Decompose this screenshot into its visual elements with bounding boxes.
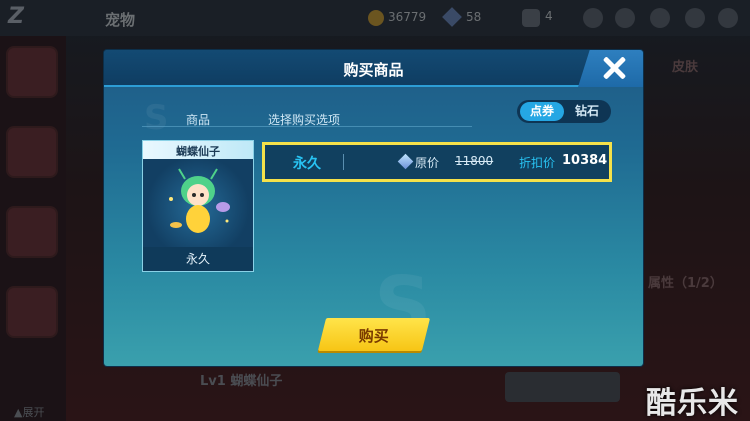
ticket-count: 4 xyxy=(545,9,553,23)
coin-icon xyxy=(368,10,384,26)
attribute-label: 属性（1/2） xyxy=(648,276,723,291)
page-title: 宠物 xyxy=(105,11,136,29)
expand-toggle[interactable]: ▲展开 xyxy=(14,404,44,420)
currency-option-diamond[interactable]: 钻石 xyxy=(567,102,607,121)
pet-level: Lv1 xyxy=(200,374,226,389)
item-card: 蝴蝶仙子 永久 xyxy=(142,140,254,272)
item-duration: 永久 xyxy=(185,252,210,266)
ticket-icon xyxy=(522,9,540,27)
pet-avatar[interactable] xyxy=(6,206,58,258)
buy-button-label: 购买 xyxy=(358,327,389,345)
original-price-label: 原价 xyxy=(415,156,440,170)
option-divider xyxy=(343,154,344,170)
buy-button[interactable]: 购买 xyxy=(317,318,431,351)
pet-avatar[interactable] xyxy=(6,286,58,338)
coin-count: 36779 xyxy=(388,10,427,24)
currency-toggle: 点券 钻石 xyxy=(517,100,611,123)
gem-icon xyxy=(442,7,462,27)
close-button[interactable] xyxy=(578,50,643,87)
gem-count: 58 xyxy=(466,10,482,24)
speed-watermark-graphic: S xyxy=(144,98,169,138)
item-image xyxy=(143,159,253,247)
watermark: 酷乐米 xyxy=(646,386,739,421)
pet-name: 蝴蝶仙子 xyxy=(230,374,283,389)
gear-icon[interactable] xyxy=(685,8,705,28)
dialog-title: 购买商品 xyxy=(343,61,404,79)
item-name: 蝴蝶仙子 xyxy=(176,145,220,158)
pet-list xyxy=(0,36,66,421)
pet-avatar[interactable] xyxy=(6,126,58,178)
purchase-option-permanent[interactable]: 永久 原价 11800 折扣价 10384 xyxy=(262,142,612,182)
add-icon[interactable] xyxy=(583,8,603,28)
bottom-action-button[interactable] xyxy=(505,372,620,402)
top-bar: Z 宠物 36779 58 4 xyxy=(0,0,750,36)
close-icon[interactable] xyxy=(602,56,626,80)
original-price: 11800 xyxy=(455,154,494,168)
purchase-dialog: S S 购买商品 商品 选择购买选项 点券 钻石 蝴蝶仙子 永久 永久 原价 1… xyxy=(104,50,643,366)
close-icon[interactable] xyxy=(718,8,738,28)
game-logo: Z xyxy=(8,4,24,29)
item-name-bar: 蝴蝶仙子 xyxy=(143,141,253,159)
discount-price-label: 折扣价 xyxy=(519,156,556,170)
discount-price: 10384 xyxy=(562,153,608,168)
butterfly-fairy-art xyxy=(169,168,230,233)
pet-avatar[interactable] xyxy=(6,46,58,98)
tab-divider xyxy=(142,126,472,127)
coupon-icon xyxy=(397,153,414,170)
skin-label: 皮肤 xyxy=(672,60,699,75)
dialog-header: 购买商品 xyxy=(104,50,643,87)
friends-icon[interactable] xyxy=(615,8,635,28)
settings-icon[interactable] xyxy=(650,8,670,28)
option-duration: 永久 xyxy=(293,156,321,172)
currency-option-coupon[interactable]: 点券 xyxy=(520,102,564,121)
